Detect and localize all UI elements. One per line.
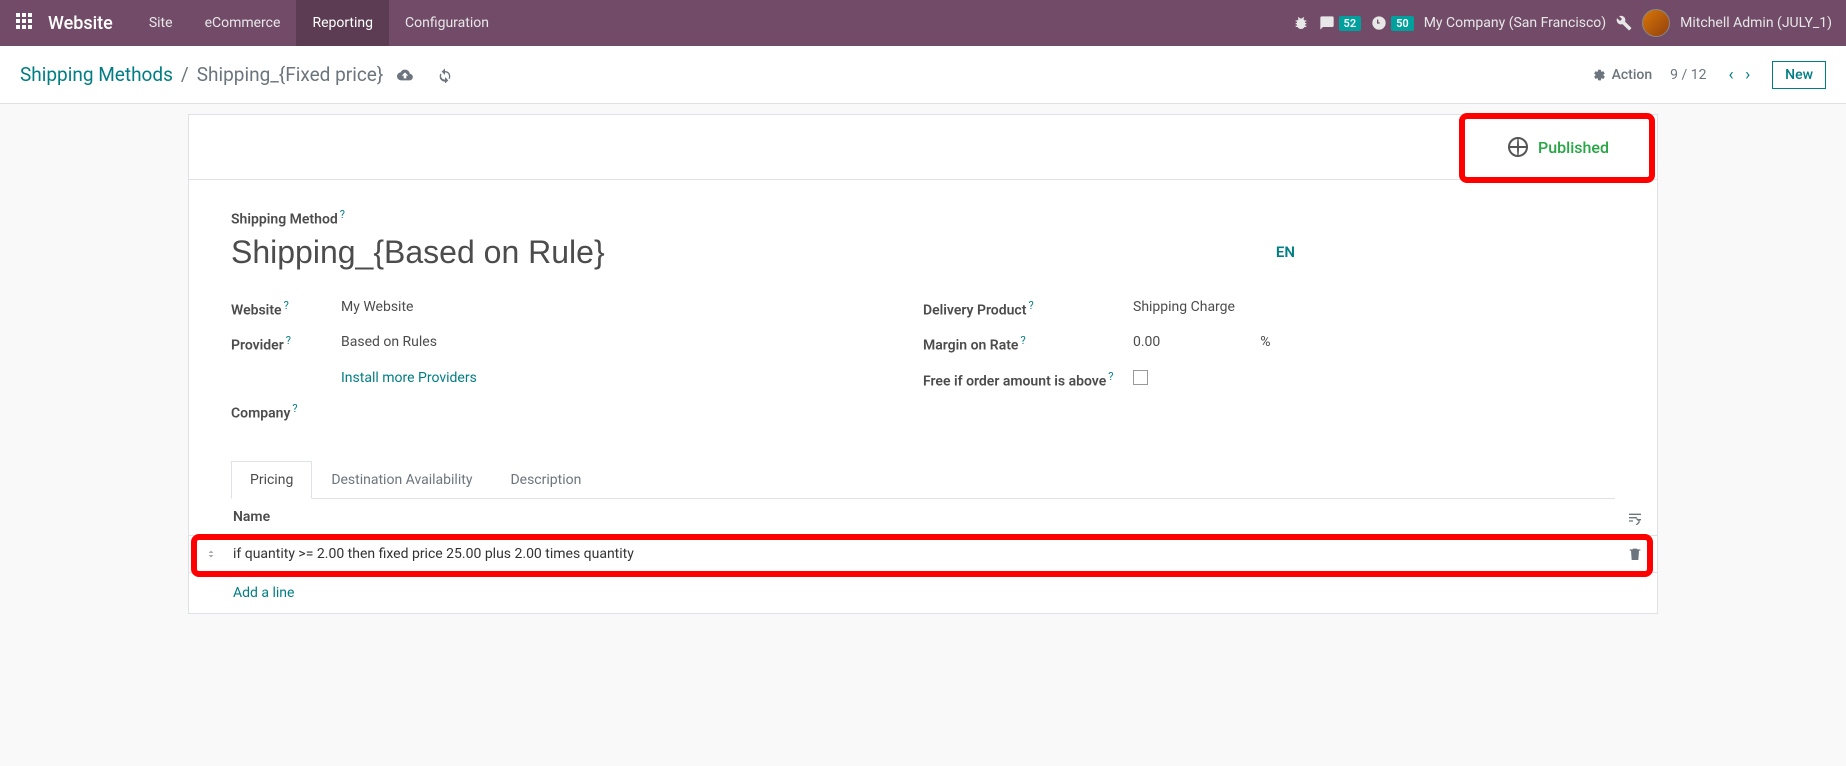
published-label: Published — [1538, 138, 1609, 157]
margin-unit: % — [1260, 334, 1270, 350]
clock-badge: 50 — [1391, 16, 1414, 31]
provider-value[interactable]: Based on Rules — [341, 334, 437, 350]
tools-icon[interactable] — [1616, 15, 1632, 31]
chat-icon[interactable]: 52 — [1319, 15, 1362, 31]
pager-prev[interactable]: ‹ — [1724, 65, 1737, 85]
install-more-link[interactable]: Install more Providers — [341, 370, 477, 386]
tab-description[interactable]: Description — [491, 461, 600, 499]
app-name[interactable]: Website — [48, 13, 113, 34]
breadcrumb: Shipping Methods / Shipping_{Fixed price… — [20, 63, 453, 86]
website-label: Website — [231, 302, 282, 318]
help-icon[interactable]: ? — [292, 402, 297, 415]
breadcrumb-current: Shipping_{Fixed price} — [197, 63, 384, 86]
help-icon[interactable]: ? — [1108, 370, 1113, 383]
pager-next[interactable]: › — [1741, 65, 1754, 85]
help-icon[interactable]: ? — [340, 208, 345, 221]
breadcrumb-sep: / — [181, 63, 189, 86]
rule-text: if quantity >= 2.00 then fixed price 25.… — [233, 546, 634, 562]
tab-pricing[interactable]: Pricing — [231, 461, 312, 499]
menu-ecommerce[interactable]: eCommerce — [189, 0, 297, 46]
breadcrumb-root[interactable]: Shipping Methods — [20, 63, 173, 86]
add-line-link[interactable]: Add a line — [233, 585, 294, 601]
drag-handle-icon[interactable] — [205, 545, 217, 561]
chat-badge: 52 — [1339, 16, 1362, 31]
provider-label: Provider — [231, 338, 284, 354]
company-switcher[interactable]: My Company (San Francisco) — [1424, 15, 1606, 31]
margin-value[interactable]: 0.00 — [1133, 334, 1160, 350]
company-label: Company — [231, 406, 290, 422]
adjust-columns-icon[interactable] — [1627, 509, 1643, 525]
menu-reporting[interactable]: Reporting — [296, 0, 389, 46]
help-icon[interactable]: ? — [1028, 299, 1033, 312]
discard-icon[interactable] — [437, 67, 453, 83]
shipping-method-label: Shipping Method — [231, 212, 338, 228]
clock-icon[interactable]: 50 — [1371, 15, 1414, 31]
menu-configuration[interactable]: Configuration — [389, 0, 505, 46]
action-label: Action — [1612, 67, 1653, 83]
table-header-name: Name — [233, 509, 270, 525]
table-row[interactable]: if quantity >= 2.00 then fixed price 25.… — [189, 536, 1657, 573]
delete-row-icon[interactable] — [1627, 545, 1643, 561]
tab-destination[interactable]: Destination Availability — [312, 461, 491, 499]
help-icon[interactable]: ? — [1020, 334, 1025, 347]
help-icon[interactable]: ? — [286, 334, 291, 347]
lang-badge[interactable]: EN — [1276, 243, 1295, 261]
delivery-product-value[interactable]: Shipping Charge — [1133, 299, 1235, 315]
debug-icon[interactable] — [1293, 15, 1309, 31]
menu-site[interactable]: Site — [133, 0, 189, 46]
free-checkbox[interactable] — [1133, 370, 1148, 385]
name-input[interactable] — [231, 234, 1276, 271]
published-toggle[interactable]: Published — [1488, 131, 1629, 163]
pager[interactable]: 9 / 12 — [1670, 67, 1706, 83]
globe-icon — [1508, 137, 1528, 157]
cloud-icon[interactable] — [397, 67, 413, 83]
user-name[interactable]: Mitchell Admin (JULY_1) — [1680, 15, 1832, 31]
delivery-product-label: Delivery Product — [923, 302, 1026, 318]
action-button[interactable]: Action — [1592, 67, 1653, 83]
website-value[interactable]: My Website — [341, 299, 413, 315]
margin-label: Margin on Rate — [923, 338, 1018, 354]
new-button[interactable]: New — [1772, 61, 1826, 89]
free-label: Free if order amount is above — [923, 374, 1106, 390]
apps-icon[interactable] — [16, 13, 36, 33]
help-icon[interactable]: ? — [284, 299, 289, 312]
avatar[interactable] — [1642, 9, 1670, 37]
